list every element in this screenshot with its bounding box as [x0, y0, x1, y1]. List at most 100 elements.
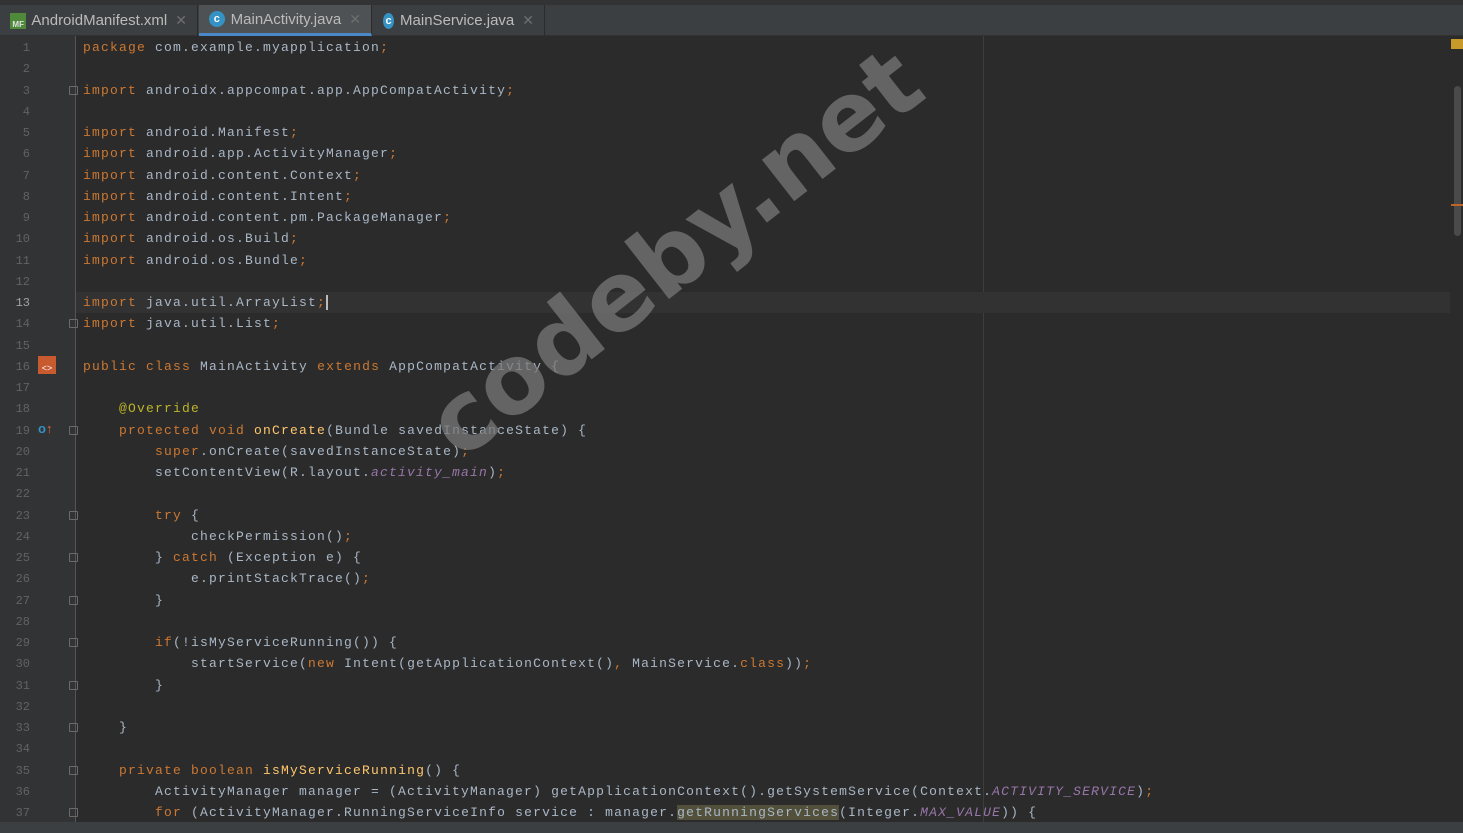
code-token: ): [1136, 783, 1146, 799]
code-token: import: [83, 167, 147, 183]
code-token: import: [83, 210, 147, 225]
fold-marker-icon[interactable]: [69, 723, 78, 732]
code-token: try: [155, 507, 192, 523]
status-bar: [0, 822, 1463, 833]
code-line[interactable]: @Override: [83, 398, 200, 419]
code-line[interactable]: import android.app.ActivityManager;: [83, 143, 398, 164]
line-number: 1: [22, 41, 30, 55]
code-token: ;: [272, 316, 282, 332]
code-line[interactable]: import android.content.Intent;: [83, 186, 353, 207]
code-line[interactable]: import android.Manifest;: [83, 122, 299, 143]
code-token: ;: [506, 82, 516, 98]
fold-marker-icon[interactable]: [69, 425, 78, 435]
code-line[interactable]: import androidx.appcompat.app.AppCompatA…: [83, 80, 515, 101]
code-line[interactable]: setContentView(R.layout.activity_main);: [83, 462, 506, 483]
code-token: ;: [362, 571, 372, 587]
line-number: 4: [22, 104, 30, 119]
code-token: androidx.appcompat.app.AppCompatActivity: [146, 82, 507, 98]
code-line[interactable]: import java.util.List;: [83, 313, 281, 334]
code-token: import: [83, 252, 147, 268]
code-token: MainActivity: [200, 358, 318, 374]
code-line[interactable]: startService(new Intent(getApplicationCo…: [83, 653, 812, 674]
code-token: android.Manifest: [146, 125, 291, 140]
line-number: 33: [15, 721, 30, 735]
code-line[interactable]: private boolean isMyServiceRunning() {: [83, 760, 461, 781]
code-token: @Override: [119, 401, 201, 417]
line-number: 11: [15, 253, 30, 268]
close-icon[interactable]: ✕: [522, 12, 534, 29]
line-number: 18: [15, 402, 30, 417]
override-gutter-icon[interactable]: o↑: [38, 421, 52, 436]
code-line[interactable]: } catch (Exception e) {: [83, 547, 362, 568]
line-number: 12: [15, 274, 30, 289]
line-number: 2: [22, 62, 30, 77]
fold-marker-icon[interactable]: [69, 638, 78, 647]
scrollbar[interactable]: [1450, 36, 1463, 833]
line-number: 16: [15, 359, 30, 374]
code-line[interactable]: ActivityManager manager = (ActivityManag…: [83, 781, 1154, 802]
tab-label: AndroidManifest.xml: [31, 12, 168, 29]
code-token: ;: [290, 231, 300, 247]
line-number: 19: [15, 423, 30, 438]
code-line[interactable]: import android.content.pm.PackageManager…: [83, 207, 452, 228]
scrollbar-thumb[interactable]: [1454, 86, 1461, 236]
error-stripe-marker[interactable]: [1451, 204, 1463, 206]
code-token: ;: [803, 656, 813, 672]
code-token: import: [83, 188, 147, 204]
code-line[interactable]: }: [83, 675, 164, 696]
fold-marker-icon[interactable]: [69, 85, 78, 95]
fold-marker-icon[interactable]: [69, 510, 78, 520]
code-line[interactable]: import android.content.Context;: [83, 165, 362, 186]
code-token: ActivityManager manager = (ActivityManag…: [83, 783, 993, 799]
close-icon[interactable]: ✕: [349, 11, 361, 28]
code-line[interactable]: import java.util.ArrayList;: [83, 292, 329, 313]
code-token: {: [191, 507, 201, 523]
line-number: 27: [15, 593, 30, 608]
fold-marker-icon[interactable]: [69, 595, 78, 605]
code-line[interactable]: package com.example.myapplication;: [83, 37, 389, 58]
code-line[interactable]: checkPermission();: [83, 526, 353, 547]
line-number: 36: [15, 784, 30, 799]
code-line[interactable]: super.onCreate(savedInstanceState);: [83, 441, 470, 462]
tab-main-service[interactable]: c MainService.java ✕: [373, 5, 545, 36]
manifest-icon: MF: [10, 12, 27, 29]
fold-marker-icon[interactable]: [69, 680, 78, 690]
fold-marker-icon[interactable]: [69, 765, 78, 775]
line-number: 10: [15, 232, 30, 247]
code-line[interactable]: }: [83, 590, 164, 611]
warning-marker[interactable]: [1451, 39, 1463, 49]
line-number: 14: [15, 317, 30, 332]
line-number: 28: [15, 614, 30, 629]
code-token: )) {: [1001, 805, 1038, 820]
fold-marker-icon[interactable]: [69, 808, 78, 817]
code-token: public class: [83, 358, 201, 374]
tab-main-activity[interactable]: c MainActivity.java ✕: [199, 5, 372, 36]
code-token: protected void: [119, 422, 255, 438]
code-token: startService(: [83, 656, 309, 672]
code-line[interactable]: import android.os.Bundle;: [83, 250, 308, 271]
line-number: 31: [15, 678, 30, 693]
code-token: (Exception e) {: [227, 550, 363, 565]
code-line[interactable]: if(!isMyServiceRunning()) {: [83, 632, 398, 653]
line-number: 7: [22, 168, 30, 183]
code-token: android.os.Bundle: [146, 252, 300, 268]
code-line[interactable]: try {: [83, 505, 200, 526]
code-line[interactable]: e.printStackTrace();: [83, 568, 371, 589]
android-activity-gutter-icon[interactable]: <>: [38, 356, 56, 374]
close-icon[interactable]: ✕: [175, 12, 187, 29]
fold-marker-icon[interactable]: [69, 319, 78, 329]
code-token: ;: [299, 252, 309, 268]
code-line[interactable]: for (ActivityManager.RunningServiceInfo …: [83, 802, 1037, 823]
tab-android-manifest[interactable]: MF AndroidManifest.xml ✕: [0, 5, 198, 36]
fold-marker-icon[interactable]: [69, 553, 78, 562]
code-line[interactable]: }: [83, 717, 128, 738]
code-token: }: [83, 592, 165, 608]
line-number: 13: [15, 296, 30, 310]
line-number: 35: [15, 763, 30, 778]
code-token: java.util.List: [146, 316, 273, 332]
code-token: class: [740, 656, 786, 672]
line-number: 29: [15, 636, 30, 650]
code-line[interactable]: import android.os.Build;: [83, 228, 299, 249]
